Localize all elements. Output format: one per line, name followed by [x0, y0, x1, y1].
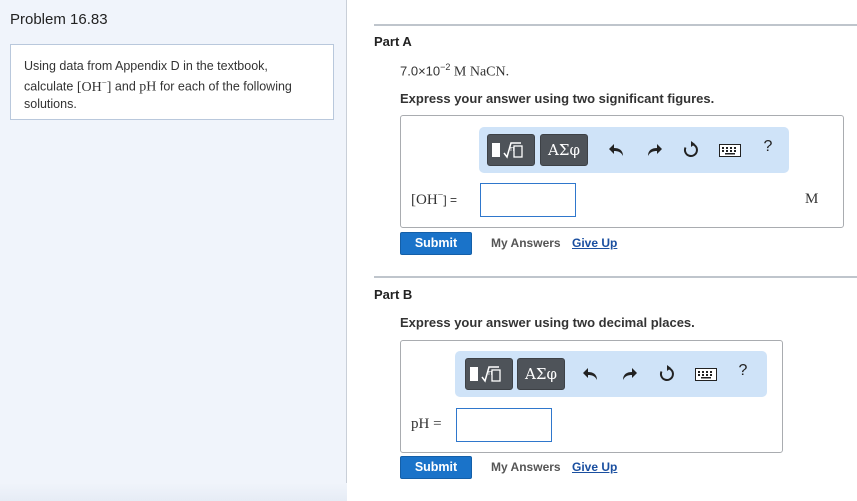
- redo-icon[interactable]: [643, 139, 665, 161]
- problem-title: Problem 16.83: [10, 11, 108, 28]
- part-b-answer-box: n ΑΣφ ? pH =: [400, 340, 783, 453]
- part-b-toolbar: n ΑΣφ ?: [455, 351, 767, 397]
- part-b-answer-input[interactable]: [456, 408, 552, 442]
- templates-icon[interactable]: n: [487, 134, 535, 166]
- part-a-answer-input[interactable]: [480, 183, 576, 217]
- part-a-question: 7.0×10−2 M NaCN.: [400, 62, 510, 80]
- part-a-unit: M: [805, 191, 819, 207]
- part-b-give-up-link[interactable]: Give Up: [572, 460, 617, 474]
- problem-text-line1: Using data from Appendix D in the textbo…: [24, 59, 268, 73]
- part-b-submit-button[interactable]: Submit: [400, 456, 472, 479]
- part-a-divider: [374, 24, 857, 26]
- part-a-toolbar: n ΑΣφ ?: [479, 127, 789, 173]
- greek-icon[interactable]: ΑΣφ: [517, 358, 565, 390]
- part-a-submit-button[interactable]: Submit: [400, 232, 472, 255]
- problem-text-line2: calculate [OH−] and pH for each of the f…: [24, 77, 292, 95]
- keyboard-icon[interactable]: [718, 139, 742, 161]
- part-a-my-answers[interactable]: My Answers: [491, 236, 561, 250]
- part-a-variable-label: [OH−] =: [411, 190, 457, 208]
- reset-icon[interactable]: [656, 363, 678, 385]
- panel-footer: [0, 483, 347, 501]
- templates-icon[interactable]: n: [465, 358, 513, 390]
- greek-icon[interactable]: ΑΣφ: [540, 134, 588, 166]
- help-icon[interactable]: ?: [735, 362, 751, 380]
- problem-statement: Using data from Appendix D in the textbo…: [10, 44, 334, 120]
- part-a-instruction: Express your answer using two significan…: [400, 91, 715, 106]
- undo-icon[interactable]: [606, 139, 628, 161]
- problem-text-line3: solutions.: [24, 96, 77, 111]
- part-b-instruction: Express your answer using two decimal pl…: [400, 315, 695, 330]
- part-b-divider: [374, 276, 857, 278]
- keyboard-icon[interactable]: [694, 363, 718, 385]
- part-b-my-answers[interactable]: My Answers: [491, 460, 561, 474]
- undo-icon[interactable]: [580, 363, 602, 385]
- help-icon[interactable]: ?: [760, 138, 776, 156]
- part-b-variable-label: pH =: [411, 416, 442, 432]
- part-a-answer-box: n ΑΣφ ? [OH−] = M: [400, 115, 844, 228]
- reset-icon[interactable]: [680, 139, 702, 161]
- part-a-give-up-link[interactable]: Give Up: [572, 236, 617, 250]
- part-a-label[interactable]: Part A: [374, 34, 412, 49]
- problem-panel: Problem 16.83 Using data from Appendix D…: [0, 0, 347, 501]
- part-b-label[interactable]: Part B: [374, 287, 412, 302]
- redo-icon[interactable]: [618, 363, 640, 385]
